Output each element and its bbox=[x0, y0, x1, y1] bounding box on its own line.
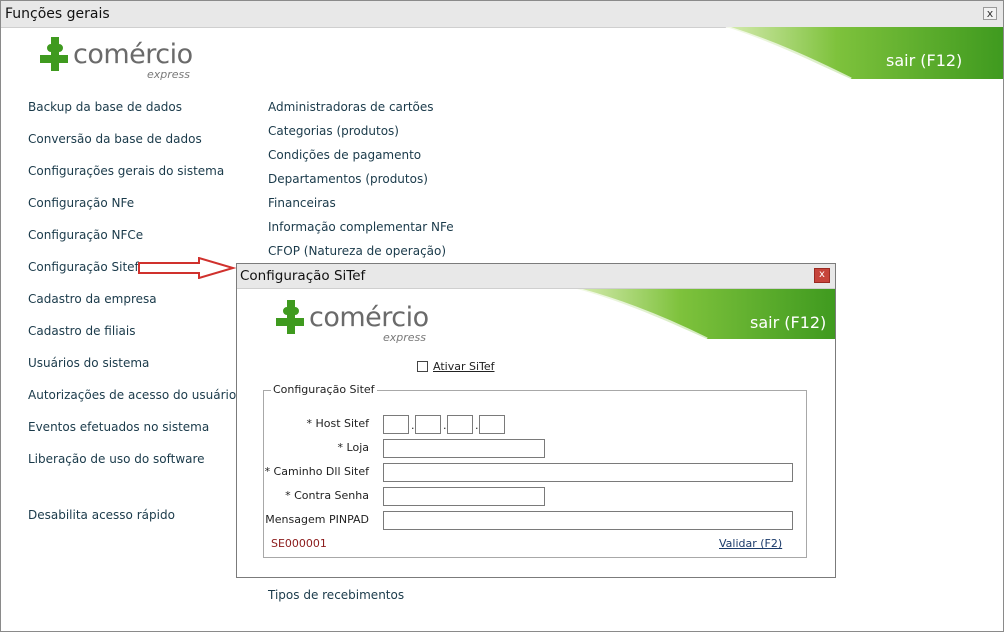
dialog-banner: sair (F12) bbox=[567, 289, 835, 339]
loja-label: * Loja bbox=[337, 441, 369, 454]
brand-name: comércio bbox=[73, 39, 193, 70]
menu-config-gerais[interactable]: Configurações gerais do sistema bbox=[28, 164, 224, 178]
brand-logo: comércio express bbox=[39, 35, 209, 85]
menu-backup[interactable]: Backup da base de dados bbox=[28, 100, 182, 114]
dialog-exit-button[interactable]: sair (F12) bbox=[750, 313, 826, 332]
dialog-close-icon[interactable]: x bbox=[814, 268, 830, 283]
brand-tagline: express bbox=[383, 331, 427, 344]
caminho-dll-label: * Caminho Dll Sitef bbox=[264, 465, 369, 478]
dialog-title-bar: Configuração SiTef x bbox=[237, 264, 835, 289]
menu-cadastro-empresa[interactable]: Cadastro da empresa bbox=[28, 292, 157, 306]
menu-config-sitef[interactable]: Configuração Sitef bbox=[28, 260, 139, 274]
sitef-dialog: Configuração SiTef x sair (F12) comércio… bbox=[236, 263, 836, 578]
loja-input[interactable] bbox=[383, 439, 545, 458]
mensagem-pinpad-label: Mensagem PINPAD bbox=[265, 513, 369, 526]
puzzle-logo-icon bbox=[276, 300, 304, 334]
status-code: SE000001 bbox=[271, 537, 327, 550]
menu-administradoras[interactable]: Administradoras de cartões bbox=[268, 100, 434, 114]
ativar-sitef-label[interactable]: Ativar SiTef bbox=[433, 360, 495, 373]
contra-senha-input[interactable] bbox=[383, 487, 545, 506]
menu-liberacao[interactable]: Liberação de uso do software bbox=[28, 452, 205, 466]
menu-info-complementar[interactable]: Informação complementar NFe bbox=[268, 220, 454, 234]
host-dot-2: . bbox=[443, 419, 447, 432]
config-sitef-legend: Configuração Sitef bbox=[271, 383, 377, 396]
host-sitef-label: * Host Sitef bbox=[306, 417, 369, 430]
mensagem-pinpad-input[interactable] bbox=[383, 511, 793, 530]
host-octet-1-input[interactable] bbox=[383, 415, 409, 434]
menu-usuarios[interactable]: Usuários do sistema bbox=[28, 356, 149, 370]
contra-senha-label: * Contra Senha bbox=[285, 489, 369, 502]
window-title: Funções gerais bbox=[5, 6, 110, 22]
menu-condicoes[interactable]: Condições de pagamento bbox=[268, 148, 421, 162]
menu-categorias[interactable]: Categorias (produtos) bbox=[268, 124, 399, 138]
menu-config-nfe[interactable]: Configuração NFe bbox=[28, 196, 134, 210]
menu-conversao[interactable]: Conversão da base de dados bbox=[28, 132, 202, 146]
title-bar: Funções gerais x bbox=[1, 1, 1003, 28]
host-dot-3: . bbox=[475, 419, 479, 432]
validar-button[interactable]: Validar (F2) bbox=[719, 537, 782, 550]
menu-desabilita[interactable]: Desabilita acesso rápido bbox=[28, 508, 175, 522]
host-dot-1: . bbox=[411, 419, 415, 432]
menu-tipos-recebimentos[interactable]: Tipos de recebimentos bbox=[268, 588, 404, 602]
menu-financeiras[interactable]: Financeiras bbox=[268, 196, 336, 210]
exit-button[interactable]: sair (F12) bbox=[886, 51, 962, 70]
close-icon[interactable]: x bbox=[983, 7, 997, 20]
host-octet-4-input[interactable] bbox=[479, 415, 505, 434]
menu-config-nfce[interactable]: Configuração NFCe bbox=[28, 228, 143, 242]
dialog-brand-logo: comércio express bbox=[275, 298, 445, 348]
red-arrow-icon bbox=[138, 257, 237, 279]
menu-departamentos[interactable]: Departamentos (produtos) bbox=[268, 172, 428, 186]
menu-eventos[interactable]: Eventos efetuados no sistema bbox=[28, 420, 209, 434]
host-octet-2-input[interactable] bbox=[415, 415, 441, 434]
brand-tagline: express bbox=[147, 68, 191, 81]
host-octet-3-input[interactable] bbox=[447, 415, 473, 434]
menu-autorizacoes[interactable]: Autorizações de acesso do usuário bbox=[28, 388, 236, 402]
header-banner: sair (F12) bbox=[701, 27, 1003, 79]
ativar-sitef-checkbox[interactable] bbox=[417, 361, 428, 372]
dialog-title: Configuração SiTef bbox=[240, 268, 366, 284]
menu-cadastro-filiais[interactable]: Cadastro de filiais bbox=[28, 324, 135, 338]
puzzle-logo-icon bbox=[40, 37, 68, 71]
brand-name: comércio bbox=[309, 302, 429, 333]
menu-cfop[interactable]: CFOP (Natureza de operação) bbox=[268, 244, 446, 258]
caminho-dll-input[interactable] bbox=[383, 463, 793, 482]
